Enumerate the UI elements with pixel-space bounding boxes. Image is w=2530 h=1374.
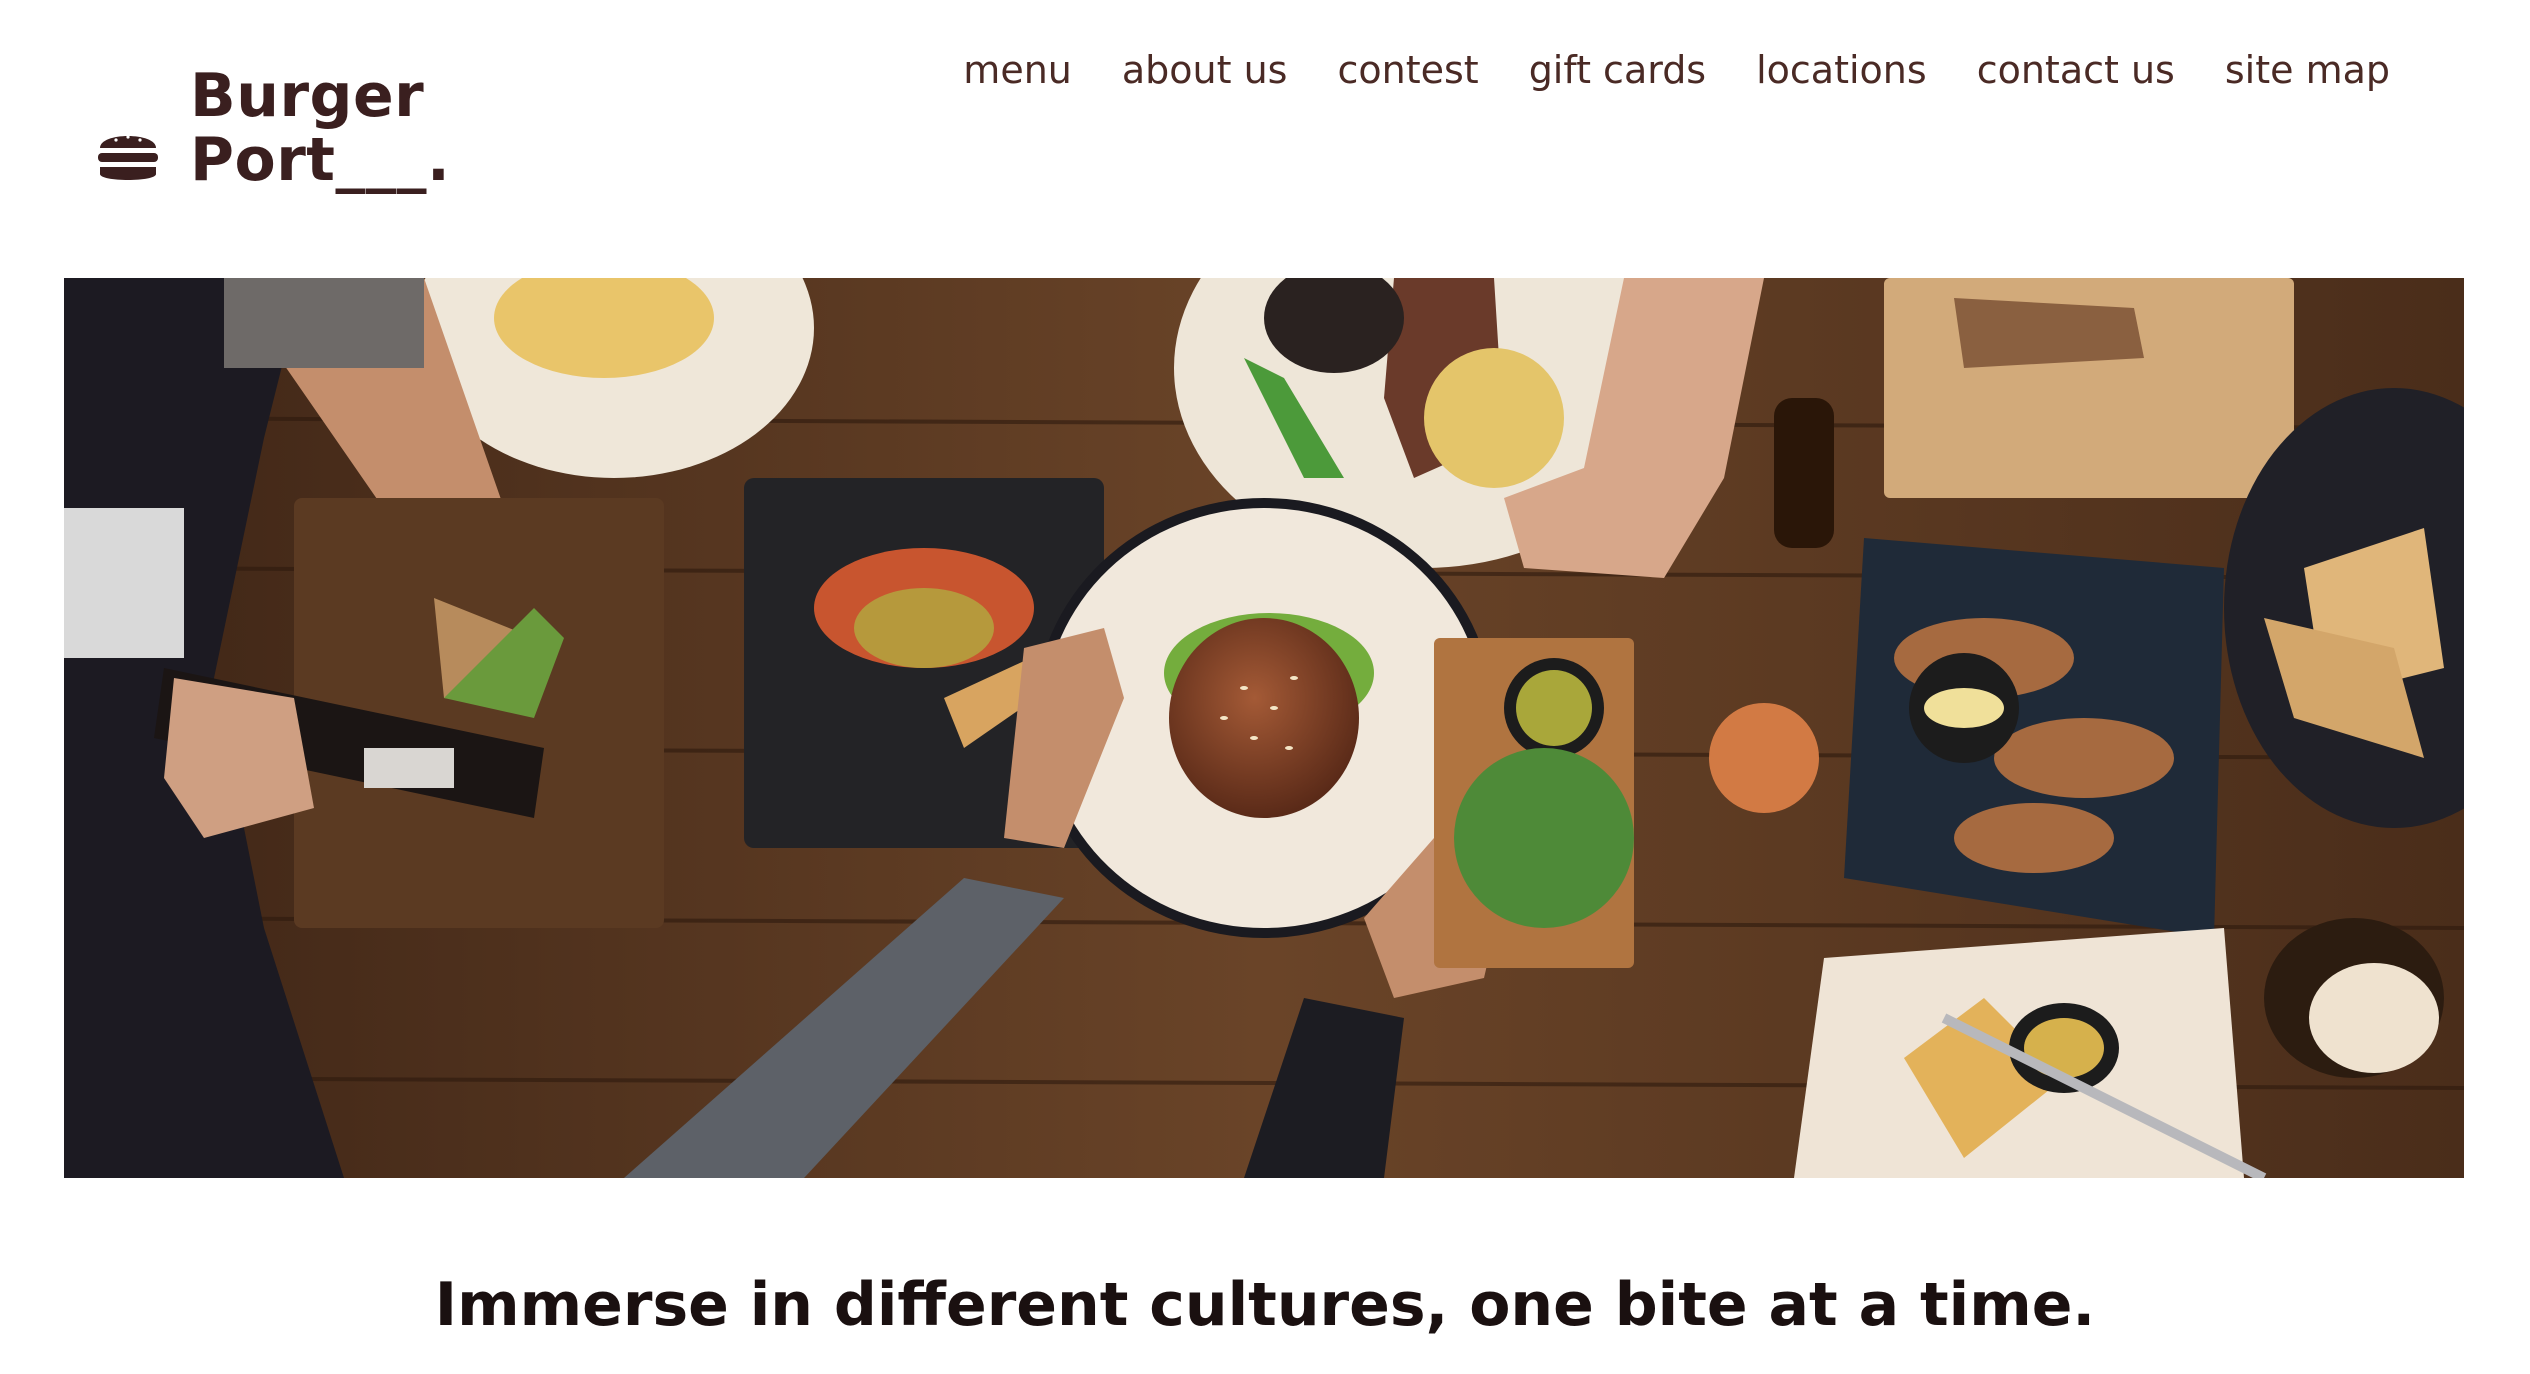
nav-item-locations[interactable]: locations <box>1756 42 1927 98</box>
logo-line-1: Burger <box>190 61 425 131</box>
hero-photo-illustration <box>64 278 2464 1178</box>
nav-item-contact-us[interactable]: contact us <box>1977 42 2175 98</box>
page: Burger Port___. menu about us contest gi… <box>0 0 2530 1374</box>
logo-text: Burger Port___. <box>190 64 450 192</box>
nav-item-contest[interactable]: contest <box>1337 42 1478 98</box>
nav-item-menu[interactable]: menu <box>963 42 1072 98</box>
logo-line-2: Port___. <box>190 125 451 195</box>
logo-link[interactable]: Burger Port___. <box>96 64 450 192</box>
nav-item-about-us[interactable]: about us <box>1122 42 1288 98</box>
hero-image <box>64 278 2464 1178</box>
nav-item-site-map[interactable]: site map <box>2225 42 2390 98</box>
tagline: Immerse in different cultures, one bite … <box>434 1270 2096 1340</box>
burger-icon <box>98 135 158 180</box>
main-nav: menu about us contest gift cards locatio… <box>963 42 2390 98</box>
nav-item-gift-cards[interactable]: gift cards <box>1529 42 1706 98</box>
